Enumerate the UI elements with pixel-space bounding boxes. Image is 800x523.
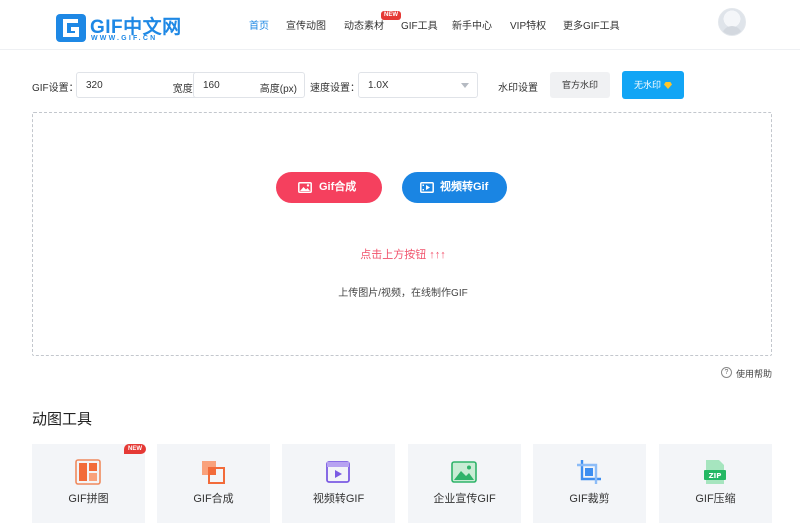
height-input[interactable]: 160 高度(px) bbox=[193, 72, 305, 98]
gif-compose-button[interactable]: Gif合成 bbox=[276, 172, 382, 203]
tool-gif-collage[interactable]: GIF拼图 NEW bbox=[32, 444, 146, 523]
tool-label: 视频转GIF bbox=[312, 493, 365, 505]
tools-grid: GIF拼图 NEW GIF合成 视频转GIF 企业宣传GIF GIF裁剪 ZIP… bbox=[32, 444, 772, 523]
video-to-gif-label: 视频转Gif bbox=[440, 181, 489, 193]
gif-settings-row: GIF设置： 320 宽度(px) 160 高度(px) 速度设置： 1.0X … bbox=[32, 71, 772, 99]
tools-section-title: 动图工具 bbox=[32, 411, 93, 428]
height-unit: 高度(px) bbox=[259, 84, 297, 95]
logo-subtext: WWW.GIF.CN bbox=[91, 35, 158, 42]
film-icon bbox=[420, 182, 434, 193]
nav-vip[interactable]: VIP特权 bbox=[510, 17, 546, 32]
tool-new-badge: NEW bbox=[124, 444, 146, 454]
tool-gif-crop[interactable]: GIF裁剪 bbox=[533, 444, 646, 523]
nav-gif-tools[interactable]: GIF工具 bbox=[401, 17, 438, 32]
no-watermark-label: 无水印 bbox=[633, 80, 661, 90]
tool-video-to-gif[interactable]: 视频转GIF bbox=[282, 444, 395, 523]
compose-icon bbox=[202, 461, 225, 484]
no-watermark-button[interactable]: 无水印 bbox=[622, 71, 684, 99]
nav-animated-assets[interactable]: 动态素材 bbox=[344, 17, 384, 32]
zip-icon: ZIP bbox=[704, 460, 726, 484]
collage-icon bbox=[75, 459, 101, 485]
svg-text:ZIP: ZIP bbox=[709, 472, 722, 480]
chevron-down-icon bbox=[461, 83, 469, 88]
tool-gif-compress[interactable]: ZIP GIF压缩 bbox=[659, 444, 772, 523]
official-watermark-button[interactable]: 官方水印 bbox=[550, 72, 610, 98]
speed-settings-label: 速度设置： bbox=[310, 83, 360, 94]
help-label: 使用帮助 bbox=[736, 369, 773, 379]
height-value: 160 bbox=[203, 80, 220, 91]
gif-settings-label: GIF设置： bbox=[32, 83, 79, 94]
video-icon bbox=[326, 461, 350, 483]
diamond-icon bbox=[664, 82, 672, 89]
picture-icon bbox=[298, 182, 312, 193]
user-avatar[interactable] bbox=[718, 8, 746, 36]
nav-promo-gifs[interactable]: 宣传动图 bbox=[286, 17, 326, 32]
avatar-silhouette bbox=[722, 26, 742, 35]
site-logo[interactable]: GIF中文网 WWW.GIF.CN bbox=[56, 12, 186, 46]
help-icon: ? bbox=[721, 367, 732, 378]
nav-home[interactable]: 首页 bbox=[249, 17, 269, 32]
watermark-settings-label: 水印设置 bbox=[498, 83, 538, 94]
top-header: GIF中文网 WWW.GIF.CN 首页 宣传动图 动态素材 GIF工具 新手中… bbox=[0, 0, 800, 50]
upload-hint-primary: 点击上方按钮 ↑↑↑ bbox=[360, 249, 446, 261]
nav-more-tools[interactable]: 更多GIF工具 bbox=[563, 17, 620, 32]
upload-hint-secondary: 上传图片/视频，在线制作GIF bbox=[338, 288, 468, 299]
tool-label: GIF裁剪 bbox=[569, 493, 610, 505]
tool-label: 企业宣传GIF bbox=[433, 493, 496, 505]
gif-compose-label: Gif合成 bbox=[319, 181, 357, 193]
tool-label: GIF拼图 bbox=[68, 493, 109, 505]
nav-beginner-center[interactable]: 新手中心 bbox=[452, 17, 492, 32]
image-icon bbox=[451, 461, 477, 483]
tool-label: GIF压缩 bbox=[695, 493, 736, 505]
tool-enterprise-gif[interactable]: 企业宣传GIF bbox=[408, 444, 521, 523]
width-value: 320 bbox=[86, 80, 103, 91]
upload-dropzone[interactable]: Gif合成 视频转Gif 点击上方按钮 ↑↑↑ 上传图片/视频，在线制作GIF bbox=[32, 112, 772, 356]
nav-new-badge: NEW bbox=[381, 11, 401, 20]
tool-label: GIF合成 bbox=[193, 493, 234, 505]
video-to-gif-button[interactable]: 视频转Gif bbox=[402, 172, 507, 203]
speed-value: 1.0X bbox=[368, 80, 389, 91]
speed-select[interactable]: 1.0X bbox=[358, 72, 478, 98]
crop-icon bbox=[577, 460, 601, 484]
logo-mark-icon bbox=[56, 14, 86, 42]
tool-gif-compose[interactable]: GIF合成 bbox=[157, 444, 270, 523]
